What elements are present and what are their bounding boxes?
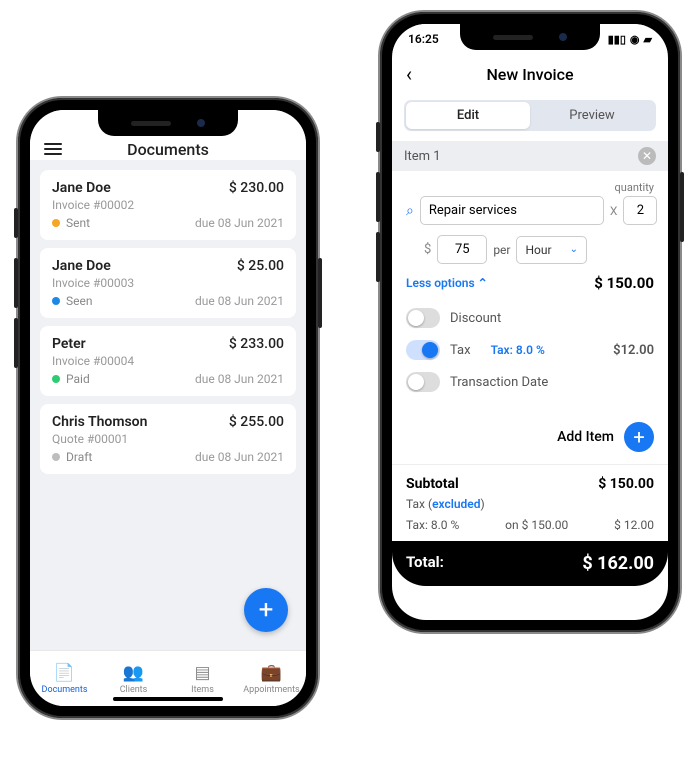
tab-label: Appointments (243, 685, 299, 695)
signal-icon: ▮▮▯ (608, 33, 626, 46)
clients-icon: 👥 (123, 663, 144, 683)
tax-label: Tax (450, 343, 471, 358)
document-icon: 📄 (54, 663, 75, 683)
tax-rate[interactable]: Tax: 8.0 % (491, 343, 545, 357)
tax-line-label: Tax: 8.0 % (406, 518, 459, 532)
document-list[interactable]: Jane Doe $ 230.00 Invoice #00002 Sent du… (30, 160, 306, 650)
discount-toggle[interactable] (406, 308, 440, 328)
client-name: Peter (52, 336, 86, 352)
currency-symbol: $ (424, 242, 431, 257)
battery-icon: ▰ (644, 33, 652, 46)
document-card[interactable]: Peter $ 233.00 Invoice #00004 Paid due 0… (40, 326, 296, 396)
page-title: New Invoice (406, 65, 654, 84)
item-label: Item 1 (404, 149, 441, 164)
tax-toggle[interactable] (406, 340, 440, 360)
total-bar: Total: $ 162.00 (392, 541, 668, 586)
transaction-date-toggle[interactable] (406, 372, 440, 392)
amount: $ 25.00 (237, 258, 284, 274)
chevron-down-icon: ⌄ (570, 244, 578, 255)
due-date: due 08 Jun 2021 (195, 216, 284, 230)
tab-documents[interactable]: 📄 Documents (30, 651, 99, 706)
multiply-icon: X (610, 204, 618, 218)
status-badge: Sent (52, 216, 90, 230)
client-name: Chris Thomson (52, 414, 147, 430)
subtotal-label: Subtotal (406, 476, 459, 492)
client-name: Jane Doe (52, 180, 111, 196)
document-card[interactable]: Jane Doe $ 25.00 Invoice #00003 Seen due… (40, 248, 296, 318)
item-description-input[interactable] (420, 196, 604, 225)
items-icon: ▤ (194, 663, 210, 683)
quantity-input[interactable] (623, 196, 657, 225)
tab-appointments[interactable]: 💼 Appointments (237, 651, 306, 706)
status-badge: Seen (52, 294, 92, 308)
due-date: due 08 Jun 2021 (195, 450, 284, 464)
add-item-button[interactable]: + (624, 422, 654, 452)
add-item-label: Add Item (557, 429, 614, 445)
status-icons: ▮▮▯ ◉ ▰ (608, 33, 652, 46)
line-total: $ 150.00 (594, 274, 654, 292)
status-badge: Draft (52, 450, 92, 464)
add-document-button[interactable]: + (244, 588, 288, 632)
document-ref: Invoice #00003 (52, 276, 284, 290)
quantity-label: quantity (406, 181, 654, 194)
transaction-date-label: Transaction Date (450, 375, 548, 390)
page-title: Documents (44, 140, 292, 159)
discount-label: Discount (450, 311, 501, 326)
segment-edit[interactable]: Edit (406, 102, 530, 129)
search-icon[interactable]: ⌕ (406, 203, 414, 219)
phone-documents: Documents Jane Doe $ 230.00 Invoice #000… (18, 98, 318, 718)
tax-excluded-note: Tax (excluded) (406, 497, 654, 511)
due-date: due 08 Jun 2021 (195, 372, 284, 386)
amount: $ 230.00 (229, 180, 284, 196)
header: ‹ New Invoice (392, 54, 668, 94)
summary: Subtotal $ 150.00 Tax (excluded) Tax: 8.… (392, 464, 668, 541)
status-dot-icon (52, 453, 60, 461)
due-date: due 08 Jun 2021 (195, 294, 284, 308)
per-label: per (493, 243, 510, 257)
unit-select[interactable]: Hour ⌄ (516, 236, 586, 264)
chevron-up-icon: ⌃ (478, 276, 488, 290)
status-dot-icon (52, 219, 60, 227)
tax-line-on: on $ 150.00 (459, 518, 614, 532)
tab-label: Items (191, 685, 214, 695)
tab-label: Documents (42, 685, 88, 695)
remove-item-button[interactable]: ✕ (638, 147, 656, 165)
price-input[interactable] (437, 235, 487, 264)
less-options-toggle[interactable]: Less options ⌃ (406, 276, 488, 290)
tax-amount: $12.00 (613, 343, 654, 358)
amount: $ 255.00 (229, 414, 284, 430)
segmented-control: Edit Preview (404, 100, 656, 131)
appointments-icon: 💼 (261, 663, 282, 683)
wifi-icon: ◉ (630, 33, 640, 46)
document-ref: Invoice #00004 (52, 354, 284, 368)
amount: $ 233.00 (229, 336, 284, 352)
status-badge: Paid (52, 372, 90, 386)
document-ref: Quote #00001 (52, 432, 284, 446)
client-name: Jane Doe (52, 258, 111, 274)
document-card[interactable]: Chris Thomson $ 255.00 Quote #00001 Draf… (40, 404, 296, 474)
segment-preview[interactable]: Preview (530, 102, 654, 129)
document-ref: Invoice #00002 (52, 198, 284, 212)
total-value: $ 162.00 (582, 553, 654, 574)
document-card[interactable]: Jane Doe $ 230.00 Invoice #00002 Sent du… (40, 170, 296, 240)
status-dot-icon (52, 375, 60, 383)
item-header: Item 1 ✕ (392, 141, 668, 171)
tax-line-value: $ 12.00 (614, 518, 654, 532)
total-label: Total: (406, 553, 444, 574)
phone-new-invoice: 16:25 ▮▮▯ ◉ ▰ ‹ New Invoice Edit Preview… (380, 12, 680, 632)
tab-label: Clients (120, 685, 148, 695)
subtotal-value: $ 150.00 (598, 476, 654, 492)
clock: 16:25 (408, 32, 439, 46)
status-dot-icon (52, 297, 60, 305)
